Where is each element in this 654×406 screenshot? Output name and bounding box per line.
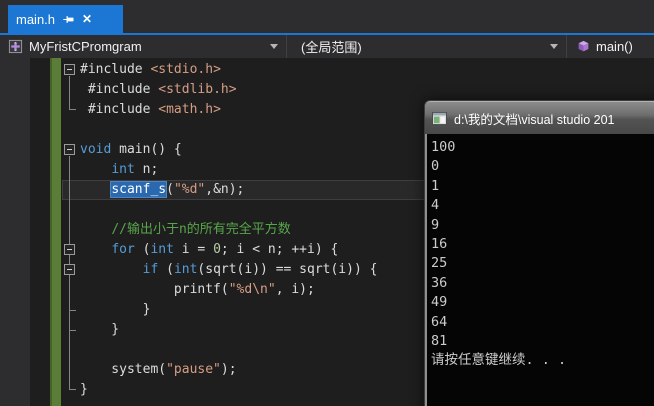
code-token: int [173,262,198,277]
code-token: n; [134,162,159,177]
code-token: //输出小于n的所有完全平方数 [111,222,291,237]
scope-dropdown[interactable]: (全局范围) [287,35,567,58]
console-line: 25 [431,255,448,272]
console-line: 36 [431,274,448,291]
code-token: ( [166,182,174,197]
console-line: 1 [431,177,440,194]
fold-guide [62,300,79,320]
console-title-bar[interactable]: d:\我的文档\visual studio 201 [425,101,654,134]
code-token: for [111,242,135,257]
code-token: ,&n); [205,182,245,197]
code-token: ; i < n; ++i) { [220,242,339,257]
code-token: } [80,302,151,317]
console-line: 81 [431,332,448,349]
code-token: (sqrt(i)) == sqrt(i)) { [197,262,378,277]
fold-toggle-icon[interactable] [62,140,79,160]
project-dropdown-label: MyFristCPromgram [29,39,142,54]
console-line: 16 [431,235,448,252]
vs-ide-window: main.h ✕ MyFristCPromgram (全局范围) main() … [0,0,654,406]
code-token: main() { [111,142,182,157]
fold-guide [62,200,79,220]
fold-guide [62,320,79,340]
code-line[interactable]: #include <stdlib.h> [0,80,654,100]
code-token: system( [80,362,167,377]
code-token: <stdlib.h> [158,82,237,97]
code-token: ( [158,262,174,277]
code-token: i = [173,242,214,257]
console-line: 64 [431,313,448,330]
code-token: "%d\n" [228,282,276,297]
code-token: "pause" [166,362,221,377]
fold-guide [62,120,79,140]
console-window[interactable]: d:\我的文档\visual studio 201 100 0 1 4 9 16 25 36 4… [424,100,654,406]
code-token: "%d" [173,182,206,197]
editor-navigation-bar: MyFristCPromgram (全局范围) main() [0,35,654,58]
project-dropdown[interactable]: MyFristCPromgram [0,35,287,58]
fold-toggle-icon[interactable] [62,260,79,280]
console-line: 0 [431,158,440,175]
code-token: } [80,322,120,337]
method-cube-icon [577,40,590,53]
pin-icon[interactable] [62,13,75,26]
fold-toggle-icon[interactable] [62,240,79,260]
code-token: 0 [213,242,221,257]
chevron-down-icon [270,44,278,49]
code-token: void [80,142,112,157]
project-icon [8,39,23,54]
code-token: #include [80,62,151,77]
console-app-icon [432,111,447,125]
fold-guide [62,220,79,240]
code-token: printf( [80,282,229,297]
console-line: 49 [431,294,448,311]
code-token: ); [220,362,237,377]
member-dropdown-label: main() [596,39,633,54]
fold-guide [62,380,79,400]
console-title-text: d:\我的文档\visual studio 201 [454,112,615,127]
code-token: if [142,262,159,277]
code-token: <math.h> [158,102,221,117]
fold-guide [62,80,79,100]
code-token: int [150,242,174,257]
fold-guide [62,340,79,360]
fold-guide [62,280,79,300]
fold-guide [62,180,79,200]
code-token: } [80,382,88,397]
code-line[interactable]: #include <stdio.h> [0,60,654,80]
code-token: #include [80,102,159,117]
code-token: <stdio.h> [150,62,221,77]
console-output[interactable]: 100 0 1 4 9 16 25 36 49 64 81 请按任意键继续. . . [425,134,654,406]
chevron-down-icon [550,44,558,49]
tab-title: main.h [16,11,56,27]
console-line: 9 [431,216,440,233]
member-dropdown[interactable]: main() [567,35,654,58]
scope-dropdown-label: (全局范围) [301,40,362,55]
fold-toggle-icon[interactable] [62,60,79,80]
close-icon[interactable]: ✕ [82,13,92,25]
document-tab-bar: main.h ✕ [0,0,654,33]
code-token: ( [134,242,151,257]
code-token: , i); [275,282,315,297]
console-line: 100 [431,139,456,155]
fold-guide [62,360,79,380]
fold-guide [62,100,79,120]
console-line: 4 [431,197,440,214]
selected-token: scanf_s [111,182,167,197]
console-line: 请按任意键继续. . . [431,352,567,369]
code-token: #include [80,82,159,97]
tab-main-h[interactable]: main.h ✕ [8,5,123,33]
code-token: int [111,162,135,177]
fold-guide [62,160,79,180]
